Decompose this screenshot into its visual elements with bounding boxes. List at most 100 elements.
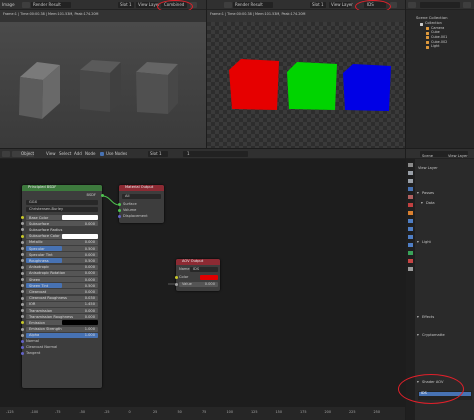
aov-name-field[interactable]: IDS [190,267,218,272]
bsdf-input-socket[interactable] [20,278,24,281]
world-tab-icon[interactable] [408,203,413,207]
color-swatch[interactable] [62,233,98,239]
bsdf-input-row[interactable]: Emission [20,320,98,326]
bsdf-input-socket[interactable] [20,315,24,319]
outliner-scene-collection[interactable]: Scene Collection [416,16,448,20]
color-swatch[interactable] [62,215,98,220]
properties-panel-header[interactable]: ▾ Light [417,240,471,245]
color-swatch[interactable] [62,320,98,326]
properties-view-layer-name[interactable]: View Layer [448,154,468,159]
bsdf-input-row[interactable]: Clearcoat Roughness 0.030 [20,295,98,301]
surface-socket[interactable] [117,203,121,206]
bsdf-input-socket[interactable] [20,265,24,269]
output-tab-icon[interactable] [408,179,413,183]
tool-tab-icon[interactable] [408,163,413,167]
constraints-tab-icon[interactable] [408,243,413,247]
outliner-display-mode-button[interactable] [408,2,416,8]
right-image-name-field[interactable]: Render Result [233,2,273,8]
bsdf-input-row[interactable]: Anisotropic Rotation 0.000 [20,270,98,276]
bsdf-output-label: BSDF [86,193,96,197]
bsdf-input-row[interactable]: Alpha 1.000 [20,332,98,338]
displacement-socket[interactable] [117,215,121,218]
material-output-node[interactable]: Material Output All Surface Volume Displ… [117,185,164,223]
left-view-layer-select[interactable]: View Layer [136,2,160,8]
bsdf-input-row[interactable]: Metallic 0.000 [20,239,98,245]
left-image-name-field[interactable]: Render Result [31,2,71,8]
bsdf-input-socket[interactable] [20,296,24,300]
bsdf-input-socket[interactable] [20,222,24,226]
modifier-tab-icon[interactable] [408,219,413,223]
left-render-info: Frame:1 | Time:00:00.38 | Mem:101.53M, P… [3,12,99,16]
bsdf-input-socket[interactable] [20,333,24,337]
properties-panel-header[interactable]: ▾ Passes [417,191,471,196]
right-image-browse-button[interactable] [224,2,232,8]
bsdf-input-row[interactable]: Clearcoat 0.000 [20,289,98,295]
bsdf-input-row[interactable]: Emission Strength 1.000 [20,326,98,332]
bsdf-input-socket[interactable] [20,271,24,275]
bsdf-vector-socket[interactable] [20,346,24,350]
bsdf-input-socket[interactable] [20,247,24,250]
bsdf-input-row[interactable]: Specular 0.500 [20,246,98,251]
outliner-item[interactable]: Light [426,44,470,49]
right-cube-blue [343,64,391,111]
bsdf-input-socket[interactable] [20,302,24,306]
bsdf-input-socket[interactable] [20,309,24,312]
material-tab-icon[interactable] [408,259,413,263]
bsdf-output-socket[interactable] [100,194,104,197]
right-cube-green [287,62,337,110]
volume-socket[interactable] [117,209,121,212]
aov-output-node[interactable]: AOV Output Name IDS Color Value 0.000 [174,259,220,291]
bsdf-input-socket[interactable] [20,253,24,257]
bsdf-input-row[interactable]: Anisotropic 0.000 [20,264,98,270]
bsdf-input-row[interactable]: Sheen 0.000 [20,277,98,282]
ruler-tick-label: 125 [251,410,258,414]
right-slot-select[interactable]: Slot 1 [310,2,326,8]
bsdf-input-row[interactable]: Subsurface Radius [20,227,98,232]
physics-tab-icon[interactable] [408,235,413,239]
data-tab-icon[interactable] [408,251,413,255]
bsdf-input-row[interactable]: Subsurface 0.000 [20,221,98,227]
distribution-select[interactable]: GGX [26,200,98,205]
bsdf-input-row[interactable]: Subsurface Color [20,233,98,239]
left-image-browse-button[interactable] [22,2,30,8]
aov-value-socket[interactable] [174,283,178,286]
bsdf-input-row[interactable]: Base Color [20,215,98,220]
bsdf-input-socket[interactable] [20,240,24,244]
properties-scene-name[interactable]: Scene [422,154,433,159]
properties-panel-header[interactable]: ▾ Cryptomatte [417,333,471,338]
principled-bsdf-node[interactable]: Principled BSDF BSDF GGX Christensen-Bur… [20,185,104,388]
object-icon [426,27,429,31]
bsdf-input-socket[interactable] [20,284,24,288]
chevron-down-icon: ▾ [417,332,419,337]
render-tab-icon[interactable] [408,171,413,175]
texture-tab-icon[interactable] [408,267,413,271]
aov-color-swatch[interactable] [200,275,218,280]
bsdf-input-row[interactable]: Transmission Roughness 0.000 [20,314,98,320]
bsdf-vector-socket[interactable] [20,340,24,343]
bsdf-input-row[interactable]: Transmission 0.000 [20,308,98,313]
ruler-tick-label: -25 [104,410,110,414]
bsdf-input-row[interactable]: IOR 1.450 [20,301,98,307]
right-display-channels-button[interactable] [390,2,397,8]
object-tab-icon[interactable] [408,211,413,215]
right-view-layer-select[interactable]: View Layer [329,2,353,8]
left-slot-select[interactable]: Slot 1 [118,2,134,8]
output-target-select[interactable]: All [122,194,161,199]
bsdf-input-socket[interactable] [20,216,24,219]
scene-tab-icon[interactable] [408,195,413,199]
bsdf-input-row[interactable]: Specular Tint 0.000 [20,252,98,258]
outliner-filter-button[interactable] [463,2,471,8]
bsdf-input-socket[interactable] [20,327,24,331]
aov-color-socket[interactable] [174,276,178,279]
bsdf-input-socket[interactable] [20,234,24,238]
particles-tab-icon[interactable] [408,227,413,231]
outliner-search-input[interactable] [420,2,460,8]
left-editor-type-menu[interactable]: Image [2,3,15,7]
properties-panel-header[interactable]: ▾ Effects [417,315,471,320]
subsurface-method-select[interactable]: Christensen-Burley [26,207,98,212]
bsdf-input-row[interactable]: Roughness 0.500 [20,258,98,264]
bsdf-input-row[interactable]: Sheen Tint 0.500 [20,283,98,289]
properties-panel-header[interactable]: ▾ Data [421,201,474,206]
view-layer-tab-icon[interactable] [408,187,413,191]
aov-value-field[interactable]: Value 0.000 [179,282,218,287]
